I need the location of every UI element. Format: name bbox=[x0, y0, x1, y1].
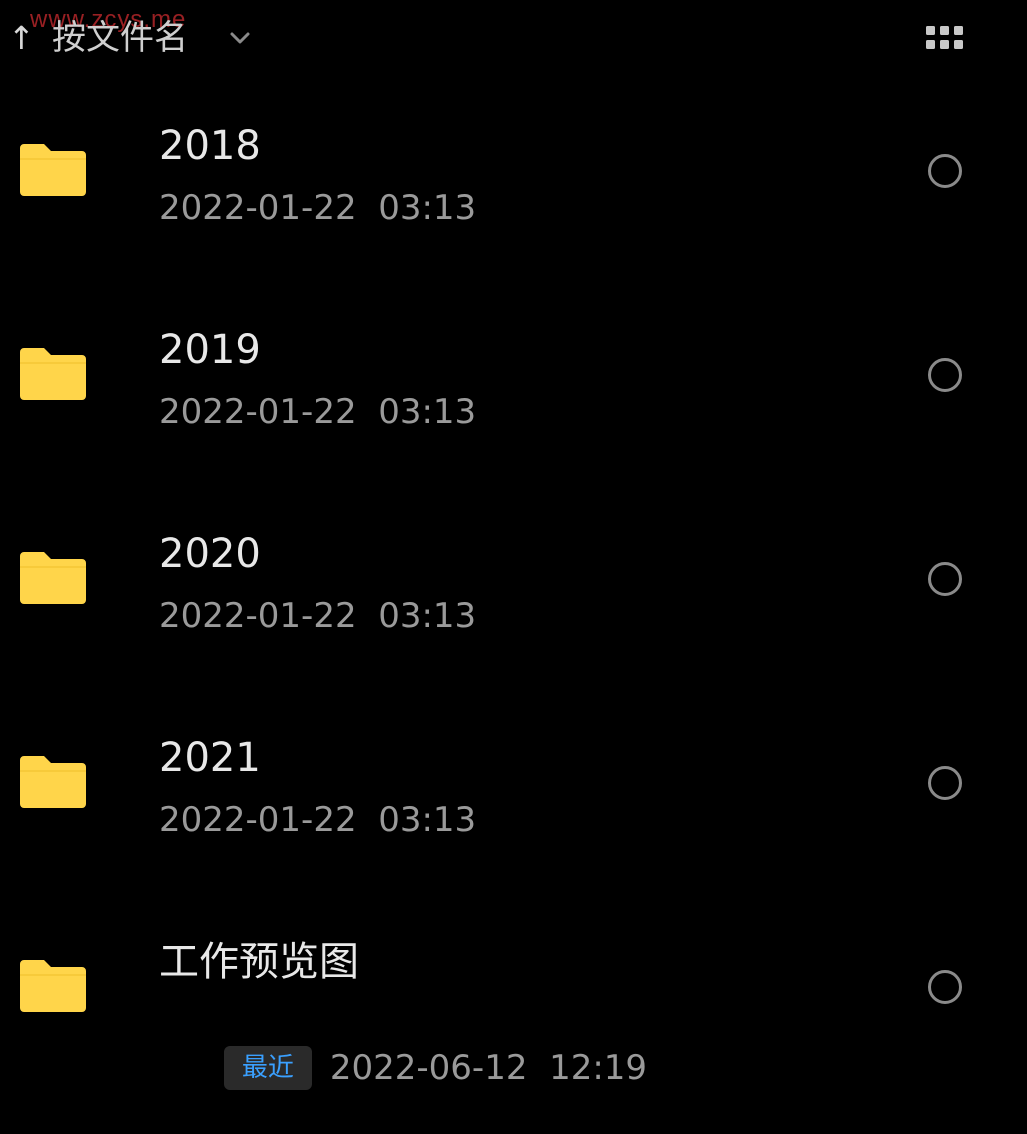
item-name: 2020 bbox=[159, 531, 261, 577]
list-item[interactable]: 2020 2022-01-22 03:13 bbox=[0, 498, 1027, 702]
list-item[interactable]: 2018 2022-01-22 03:13 bbox=[0, 90, 1027, 294]
select-checkbox[interactable] bbox=[928, 766, 962, 800]
item-name: 2019 bbox=[159, 327, 261, 373]
sort-bar: ↑ 按文件名 bbox=[0, 0, 1027, 80]
chevron-down-icon[interactable] bbox=[228, 28, 252, 48]
item-name: 工作预览图 bbox=[159, 939, 359, 985]
select-checkbox[interactable] bbox=[928, 358, 962, 392]
list-item[interactable]: 工作预览图 最近 2022-06-12 12:19 bbox=[0, 906, 1027, 1110]
item-name: 2021 bbox=[159, 735, 261, 781]
item-date: 2022-01-22 03:13 bbox=[159, 596, 477, 636]
folder-icon bbox=[20, 552, 86, 604]
item-date: 2022-06-12 12:19 bbox=[329, 1048, 648, 1088]
item-name: 2018 bbox=[159, 123, 261, 169]
select-checkbox[interactable] bbox=[928, 970, 962, 1004]
folder-icon bbox=[20, 960, 86, 1012]
item-date: 2022-01-22 03:13 bbox=[159, 392, 477, 432]
item-meta: 最近 2022-06-12 12:19 bbox=[159, 1002, 647, 1134]
list-item[interactable]: 2019 2022-01-22 03:13 bbox=[0, 294, 1027, 498]
select-checkbox[interactable] bbox=[928, 562, 962, 596]
item-date: 2022-01-22 03:13 bbox=[159, 188, 477, 228]
item-date: 2022-01-22 03:13 bbox=[159, 800, 477, 840]
recent-badge: 最近 bbox=[223, 1046, 312, 1090]
list-item[interactable]: 2021 2022-01-22 03:13 bbox=[0, 702, 1027, 906]
folder-icon bbox=[20, 756, 86, 808]
sort-direction-arrow-icon[interactable]: ↑ bbox=[8, 18, 35, 58]
sort-by-filename-button[interactable]: 按文件名 bbox=[52, 16, 188, 60]
folder-icon bbox=[20, 348, 86, 400]
grid-view-icon[interactable] bbox=[926, 26, 964, 50]
file-list: 2018 2022-01-22 03:13 2019 2022-01-22 03… bbox=[0, 90, 1027, 1110]
folder-icon bbox=[20, 144, 86, 196]
select-checkbox[interactable] bbox=[928, 154, 962, 188]
